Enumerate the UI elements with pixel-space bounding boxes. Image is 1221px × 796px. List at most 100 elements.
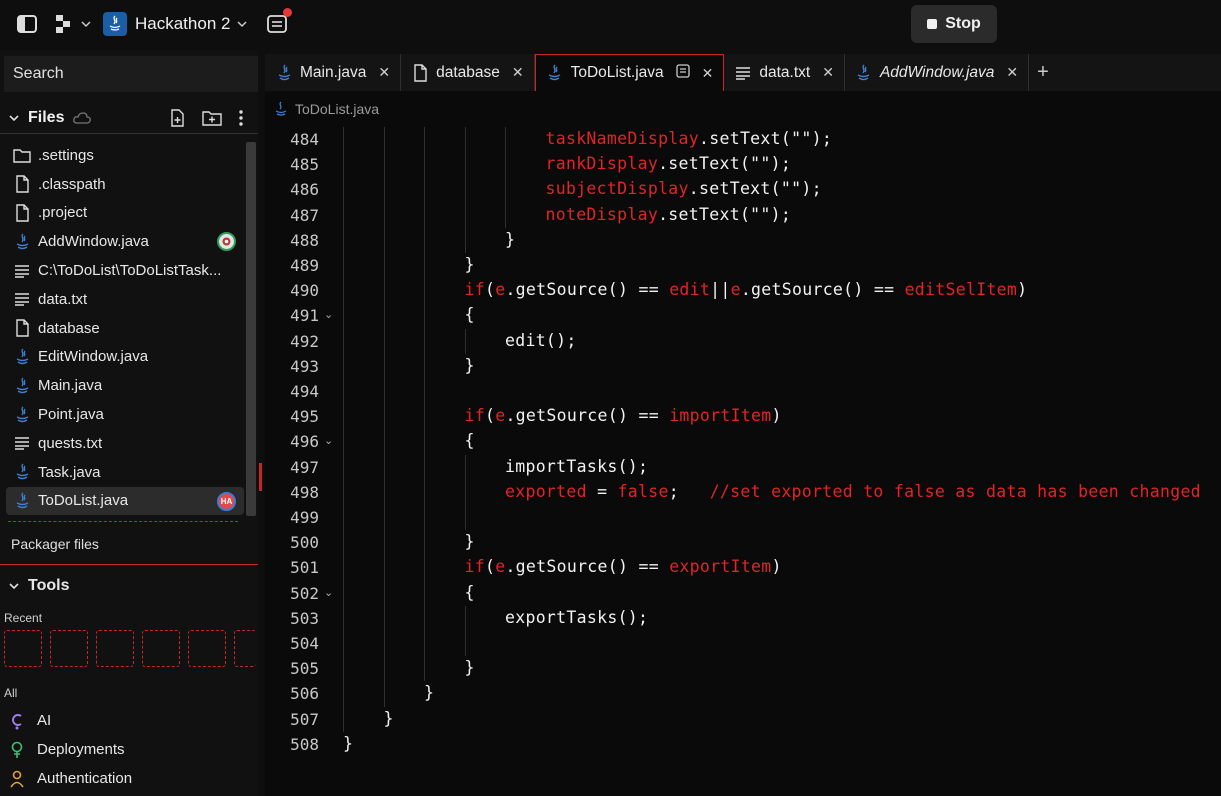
- notifications-button[interactable]: [266, 8, 292, 36]
- code-token: }: [464, 355, 475, 375]
- workspace-menu-button[interactable]: [55, 14, 92, 34]
- indent-guide: [343, 605, 344, 631]
- line-number: 492: [290, 331, 319, 351]
- line-number: 498: [290, 482, 319, 502]
- new-folder-icon[interactable]: [202, 109, 222, 127]
- close-icon[interactable]: ✕: [512, 64, 524, 81]
- close-icon[interactable]: ✕: [378, 64, 390, 81]
- indent-guide: [343, 530, 344, 556]
- file-tree-item[interactable]: ToDoList.java HA: [6, 486, 244, 516]
- file-tree-item[interactable]: quests.txt: [0, 429, 244, 458]
- editor-tab[interactable]: AddWindow.java ✕: [845, 54, 1030, 91]
- indent-guide: [424, 479, 425, 505]
- drop-zone-divider: [8, 521, 238, 522]
- stop-button[interactable]: Stop: [911, 5, 997, 43]
- file-tree-item[interactable]: .project: [0, 199, 244, 228]
- add-tab-button[interactable]: +: [1029, 54, 1057, 91]
- recent-tool-slot[interactable]: [96, 630, 134, 667]
- file-tree-item-label: data.txt: [38, 290, 88, 308]
- indent-guide: [383, 505, 385, 531]
- close-icon[interactable]: ✕: [1006, 64, 1018, 81]
- fold-toggle-icon[interactable]: ⌄: [324, 586, 333, 599]
- close-icon[interactable]: ✕: [822, 64, 834, 81]
- file-tree-item[interactable]: Main.java: [0, 371, 244, 400]
- recent-tool-slot[interactable]: [4, 630, 42, 667]
- indent-guide: [464, 631, 466, 657]
- file-tree-item-label: database: [38, 319, 100, 337]
- tool-item[interactable]: Deployments: [8, 735, 132, 764]
- file-tree-item-label: C:\ToDoList\ToDoListTask...: [38, 262, 222, 280]
- indent-guide: [424, 530, 425, 556]
- file-tree-item[interactable]: database: [0, 314, 244, 343]
- indent-guide: [343, 454, 344, 480]
- indent-guide: [343, 706, 344, 732]
- indent-guide: [424, 580, 425, 606]
- more-options-icon[interactable]: [238, 109, 244, 127]
- recent-tool-slot[interactable]: [142, 630, 180, 667]
- search-input[interactable]: Search: [4, 56, 258, 92]
- code-text: {: [465, 305, 475, 324]
- indent-guide: [343, 555, 344, 581]
- tools-section-header[interactable]: Tools: [0, 574, 69, 598]
- editor-tab[interactable]: database ✕: [401, 54, 535, 91]
- code-token: .setText("");: [658, 154, 792, 174]
- indent-guide: [424, 303, 425, 329]
- file-tree-scrollbar[interactable]: [246, 142, 256, 516]
- tools-divider: [0, 564, 258, 565]
- editor-tab[interactable]: Main.java ✕: [265, 54, 402, 91]
- packager-files-label[interactable]: Packager files: [11, 536, 99, 552]
- line-number: 489: [290, 256, 319, 275]
- files-section-header[interactable]: Files: [0, 102, 258, 134]
- indent-guide: [424, 631, 425, 657]
- project-selector[interactable]: Hackathon 2: [103, 12, 248, 36]
- code-token: ;: [668, 481, 710, 501]
- editor-tab[interactable]: ToDoList.java ✕: [534, 54, 725, 91]
- file-tree-item-label: Point.java: [38, 406, 104, 424]
- indent-guide: [505, 177, 506, 203]
- code-editor[interactable]: 484 taskNameDisplay.setText(""); 485 rankDi…: [265, 127, 1221, 796]
- file-tree-item[interactable]: .classpath: [0, 170, 244, 199]
- indent-guide: [383, 580, 385, 606]
- new-file-icon[interactable]: [168, 109, 186, 127]
- file-tree-item[interactable]: EditWindow.java: [0, 343, 244, 372]
- indent-guide: [424, 177, 425, 203]
- code-token: ): [1017, 280, 1028, 300]
- indent-guide: [464, 202, 466, 228]
- code-text: }: [465, 532, 475, 551]
- close-icon[interactable]: ✕: [702, 65, 714, 82]
- file-tree-item[interactable]: .settings: [0, 141, 244, 170]
- fold-toggle-icon[interactable]: ⌄: [324, 434, 333, 447]
- java-file-icon: [12, 233, 32, 251]
- code-token-highlight: edit: [669, 280, 711, 300]
- cloud-icon: [73, 111, 92, 124]
- code-token: .setText("");: [699, 129, 833, 148]
- editor-tab[interactable]: data.txt ✕: [724, 54, 845, 91]
- file-tree-item[interactable]: AddWindow.java: [0, 227, 244, 256]
- recent-tool-slot[interactable]: [188, 630, 226, 667]
- file-tree-item[interactable]: C:\ToDoList\ToDoListTask...: [0, 256, 244, 285]
- code-text: noteDisplay.setText("");: [546, 205, 792, 224]
- java-file-icon: [12, 406, 32, 424]
- tool-list: AI Deployments Authentication: [8, 706, 132, 793]
- sidebar-toggle-button[interactable]: [16, 14, 38, 34]
- code-text: importTasks();: [505, 457, 648, 476]
- breadcrumb-file[interactable]: ToDoList.java: [295, 101, 379, 117]
- indent-guide: [343, 278, 344, 304]
- line-number: 506: [290, 684, 319, 704]
- tool-item-label: Deployments: [37, 741, 125, 758]
- file-tree-item[interactable]: Task.java: [0, 458, 244, 487]
- tool-item[interactable]: AI: [8, 706, 132, 735]
- top-bar: Hackathon 2 Stop: [0, 0, 1221, 50]
- indent-guide: [464, 177, 466, 203]
- file-tree-item[interactable]: data.txt: [0, 285, 244, 314]
- code-text: taskNameDisplay.setText("");: [546, 129, 833, 148]
- tool-item[interactable]: Authentication: [8, 764, 132, 793]
- file-tree-item[interactable]: Point.java: [0, 400, 244, 429]
- recent-tool-slot[interactable]: [234, 630, 256, 667]
- recent-tool-slot[interactable]: [50, 630, 88, 667]
- line-number: 495: [290, 407, 319, 427]
- indent-guide: [383, 404, 385, 430]
- preview-icon[interactable]: [675, 63, 690, 83]
- indent-guide: [424, 454, 425, 480]
- fold-toggle-icon[interactable]: ⌄: [324, 308, 333, 321]
